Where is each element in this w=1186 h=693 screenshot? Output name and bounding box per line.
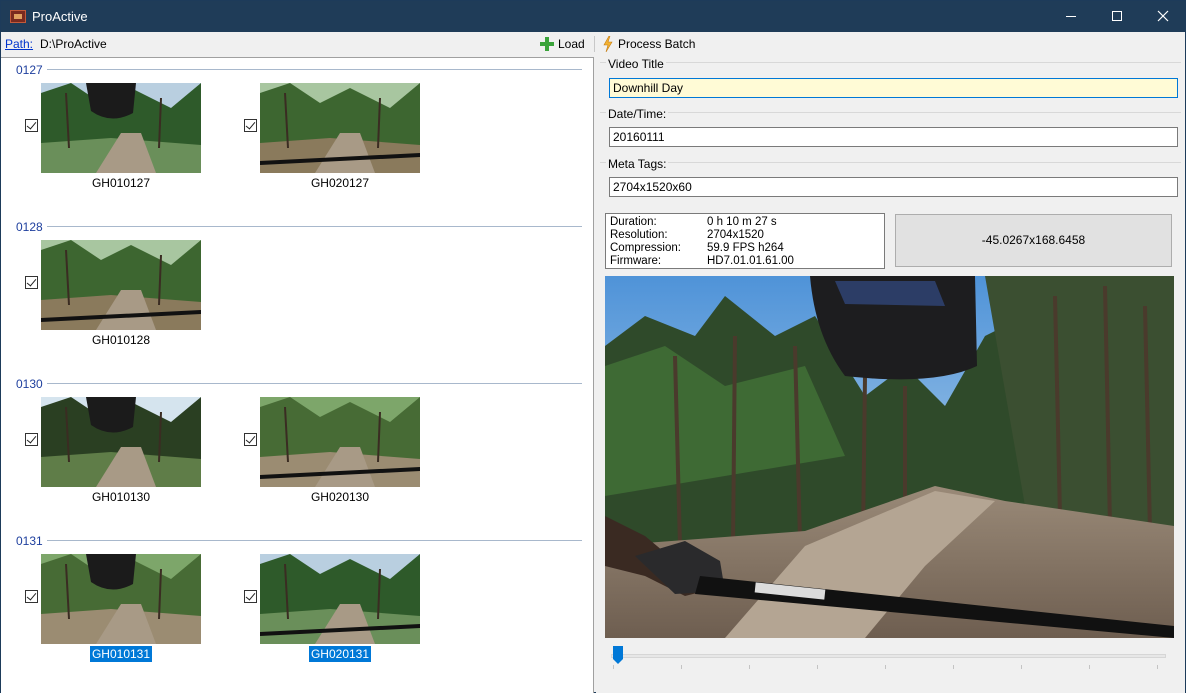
- thumbnail-label: GH010127: [41, 176, 201, 190]
- slider-tick: [817, 665, 818, 669]
- video-thumbnail[interactable]: [41, 83, 201, 173]
- thumbnail-checkbox[interactable]: [244, 590, 257, 603]
- toolbar: Path: D:\ProActive Load Process Batch: [1, 32, 1185, 56]
- timeline-slider[interactable]: [611, 644, 1166, 674]
- thumbnail-filename: GH010128: [91, 333, 151, 347]
- video-thumbnail[interactable]: [41, 554, 201, 644]
- thumbnail-label: GH010131: [41, 646, 201, 662]
- close-button[interactable]: [1140, 1, 1186, 32]
- info-value: 2704x1520: [707, 229, 764, 241]
- group-header: 0128: [16, 220, 43, 234]
- thumbnail-checkbox[interactable]: [25, 433, 38, 446]
- group-divider: [47, 226, 582, 227]
- slider-tick: [953, 665, 954, 669]
- thumbnail-checkbox[interactable]: [244, 433, 257, 446]
- video-thumbnail[interactable]: [41, 240, 201, 330]
- group-divider: [47, 540, 582, 541]
- thumbnail-item[interactable]: GH010131: [25, 554, 225, 684]
- app-icon: [10, 10, 26, 23]
- slider-tick: [681, 665, 682, 669]
- info-value: HD7.01.01.61.00: [707, 255, 794, 267]
- slider-tick: [749, 665, 750, 669]
- toolbar-separator: [594, 36, 595, 52]
- thumbnail-item[interactable]: GH010128: [25, 240, 225, 370]
- app-window: ProActive Path: D:\ProActive Load Proces…: [0, 0, 1186, 693]
- video-thumbnail[interactable]: [260, 397, 420, 487]
- video-thumbnail[interactable]: [260, 554, 420, 644]
- minimize-icon: [1066, 16, 1076, 17]
- video-thumbnail[interactable]: [260, 83, 420, 173]
- slider-thumb[interactable]: [613, 646, 623, 664]
- load-button[interactable]: Load: [540, 35, 585, 53]
- slider-tick: [1157, 665, 1158, 669]
- thumbnail-list[interactable]: 0127 GH010127 GH020127 0128 GH010128 0130 GH01…: [1, 57, 594, 693]
- maximize-icon: [1112, 11, 1122, 21]
- process-batch-label: Process Batch: [618, 37, 696, 51]
- thumbnail-filename: GH020127: [310, 176, 370, 190]
- video-title-input[interactable]: [609, 78, 1178, 98]
- thumbnail-item[interactable]: GH010130: [25, 397, 225, 527]
- slider-tick: [1089, 665, 1090, 669]
- meta-tags-group: Meta Tags:: [600, 157, 1181, 207]
- group-divider: [47, 383, 582, 384]
- thumbnail-item[interactable]: GH020127: [244, 83, 444, 213]
- lightning-icon: [603, 36, 613, 52]
- info-key: Firmware:: [610, 255, 662, 267]
- meta-tags-input[interactable]: [609, 177, 1178, 197]
- title-bar[interactable]: ProActive: [1, 1, 1185, 32]
- info-key: Compression:: [610, 242, 681, 254]
- thumbnail-filename: GH020130: [310, 490, 370, 504]
- details-panel: Video Title Date/Time: Meta Tags: Durati…: [596, 57, 1185, 693]
- meta-tags-label: Meta Tags:: [606, 157, 669, 171]
- load-label: Load: [558, 37, 585, 51]
- thumbnail-item[interactable]: GH020130: [244, 397, 444, 527]
- thumbnail-checkbox[interactable]: [25, 590, 38, 603]
- datetime-label: Date/Time:: [606, 107, 669, 121]
- close-icon: [1157, 10, 1169, 22]
- slider-tick: [1021, 665, 1022, 669]
- video-preview[interactable]: [605, 276, 1174, 638]
- thumbnail-item[interactable]: GH020131: [244, 554, 444, 684]
- path-value: D:\ProActive: [40, 37, 107, 51]
- maximize-button[interactable]: [1094, 1, 1140, 32]
- group-divider: [47, 69, 582, 70]
- thumbnail-label: GH020127: [260, 176, 420, 190]
- minimize-button[interactable]: [1048, 1, 1094, 32]
- thumbnail-checkbox[interactable]: [25, 119, 38, 132]
- thumbnail-checkbox[interactable]: [244, 119, 257, 132]
- video-title-group: Video Title: [600, 57, 1181, 107]
- slider-track: [611, 654, 1166, 658]
- thumbnail-filename: GH010130: [91, 490, 151, 504]
- thumbnail-label: GH020130: [260, 490, 420, 504]
- path-link[interactable]: Path:: [5, 37, 33, 51]
- group-header: 0131: [16, 534, 43, 548]
- video-title-label: Video Title: [606, 57, 666, 71]
- video-thumbnail[interactable]: [41, 397, 201, 487]
- thumbnail-checkbox[interactable]: [25, 276, 38, 289]
- info-value: 59.9 FPS h264: [707, 242, 784, 254]
- thumbnail-filename: GH020131: [308, 646, 372, 662]
- info-key: Duration:: [610, 216, 657, 228]
- thumbnail-label: GH020131: [260, 646, 420, 662]
- plus-icon: [540, 37, 554, 51]
- window-title: ProActive: [32, 9, 88, 24]
- thumbnail-item[interactable]: GH010127: [25, 83, 225, 213]
- info-key: Resolution:: [610, 229, 668, 241]
- group-header: 0127: [16, 63, 43, 77]
- info-value: 0 h 10 m 27 s: [707, 216, 777, 228]
- thumbnail-filename: GH010127: [91, 176, 151, 190]
- thumbnail-label: GH010130: [41, 490, 201, 504]
- thumbnail-filename: GH010131: [89, 646, 153, 662]
- group-header: 0130: [16, 377, 43, 391]
- datetime-group: Date/Time:: [600, 107, 1181, 157]
- datetime-input[interactable]: [609, 127, 1178, 147]
- preview-frame: [605, 276, 1174, 638]
- video-info-box: Duration: 0 h 10 m 27 s Resolution: 2704x1…: [605, 213, 885, 269]
- slider-tick: [885, 665, 886, 669]
- gps-button[interactable]: -45.0267x168.6458: [895, 214, 1172, 267]
- slider-tick: [613, 665, 614, 669]
- thumbnail-label: GH010128: [41, 333, 201, 347]
- process-batch-button[interactable]: Process Batch: [601, 35, 695, 53]
